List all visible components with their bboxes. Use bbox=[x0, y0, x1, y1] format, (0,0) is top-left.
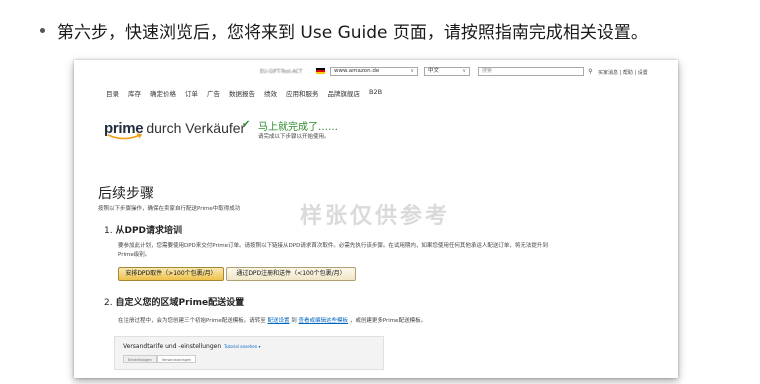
account-name: EU-GIFT-Test-ACT bbox=[260, 69, 303, 75]
step2-heading: 2. 自定义您的区域Prime配送设置 bbox=[104, 298, 245, 308]
marketplace-select[interactable]: www.amazon.de ∨ bbox=[330, 67, 418, 76]
search-icon[interactable]: ⚲ bbox=[586, 67, 595, 76]
bullet-dot bbox=[40, 28, 45, 33]
tab-shipping-templates[interactable]: Versandvorlagen bbox=[156, 355, 197, 363]
register-dpd-button[interactable]: 通过DPD注册和送件（<100个包裹/月） bbox=[226, 267, 356, 281]
language-select[interactable]: 中文 ∨ bbox=[424, 67, 470, 76]
top-links[interactable]: 买家消息 | 帮助 | 设置 bbox=[598, 69, 648, 76]
nav-item-orders[interactable]: 订单 bbox=[185, 88, 198, 98]
nav-item-advertising[interactable]: 广告 bbox=[207, 88, 220, 98]
prime-smile-icon bbox=[107, 133, 143, 140]
prime-subtitle: durch Verkäufer bbox=[146, 120, 246, 136]
view-templates-link[interactable]: 查看或编辑这些模板 bbox=[299, 318, 349, 324]
top-bar: EU-GIFT-Test-ACT www.amazon.de ∨ 中文 ∨ 搜索 ⚲… bbox=[74, 60, 678, 86]
tutorial-link[interactable]: Tutorial ansehen ▾ bbox=[224, 344, 260, 349]
nav-item-catalog[interactable]: 目录 bbox=[106, 88, 119, 98]
nav-item-inventory[interactable]: 库存 bbox=[128, 88, 141, 98]
nav-item-pricing[interactable]: 确定价格 bbox=[150, 88, 176, 98]
tab-settings[interactable]: Einstellungen bbox=[123, 355, 157, 363]
step2-title: 自定义您的区域Prime配送设置 bbox=[115, 298, 245, 308]
step2-body: 在注册过程中，会为您创建三个初始Prime配送模板。请转至 配送设置 到 查看或… bbox=[118, 318, 427, 324]
nav-item-b2b[interactable]: B2B bbox=[369, 88, 382, 98]
chevron-down-icon: ∨ bbox=[462, 68, 466, 74]
almost-done-title: 马上就完成了…… bbox=[258, 122, 338, 133]
prime-logo: prime durch Verkäufer bbox=[104, 118, 246, 140]
germany-flag-icon bbox=[316, 68, 325, 74]
step1-heading: 1. 从DPD请求培训 bbox=[104, 226, 183, 236]
step1-body: 要参加此计划，您需要使用DPD来交付Prime订单。请按照以下链接从DPD请求首… bbox=[118, 243, 548, 258]
shipping-settings-link[interactable]: 配送设置 bbox=[268, 318, 290, 324]
seller-central-screenshot: EU-GIFT-Test-ACT www.amazon.de ∨ 中文 ∨ 搜索 ⚲… bbox=[74, 60, 678, 378]
panel-title: Versandtarife und -einstellungen Tutorial… bbox=[123, 343, 261, 350]
sample-watermark: 样张仅供参考 bbox=[300, 204, 451, 229]
shipping-settings-panel: Versandtarife und -einstellungen Tutorial… bbox=[114, 336, 384, 370]
almost-done-subtitle: 请完成以下步骤以开始使用。 bbox=[258, 134, 330, 140]
nav-item-reports[interactable]: 数据报告 bbox=[229, 88, 255, 98]
panel-tabs: Einstellungen Versandvorlagen bbox=[123, 355, 197, 363]
step1-title: 从DPD请求培训 bbox=[115, 226, 183, 236]
nav-item-apps[interactable]: 应用和服务 bbox=[286, 88, 319, 98]
nav-item-performance[interactable]: 绩效 bbox=[264, 88, 277, 98]
search-input[interactable]: 搜索 bbox=[478, 67, 584, 76]
chevron-down-icon: ∨ bbox=[410, 68, 414, 74]
schedule-dpd-pickup-button[interactable]: 安排DPD取件（>100个包裹/月） bbox=[118, 267, 224, 281]
next-steps-subtitle: 按照以下步骤操作，确保在卖家自行配送Prime中取得成功 bbox=[98, 206, 241, 212]
checkmark-icon: ✔ bbox=[242, 119, 251, 130]
caption-text: 第六步，快速浏览后，您将来到 Use Guide 页面，请按照指南完成相关设置。 bbox=[57, 23, 648, 43]
main-nav: 目录 库存 确定价格 订单 广告 数据报告 绩效 应用和服务 品牌旗舰店 B2B bbox=[106, 88, 382, 98]
next-steps-heading: 后续步骤 bbox=[98, 186, 154, 202]
instruction-caption: 第六步，快速浏览后，您将来到 Use Guide 页面，请按照指南完成相关设置。 bbox=[40, 18, 648, 43]
nav-item-brand-store[interactable]: 品牌旗舰店 bbox=[328, 88, 361, 98]
